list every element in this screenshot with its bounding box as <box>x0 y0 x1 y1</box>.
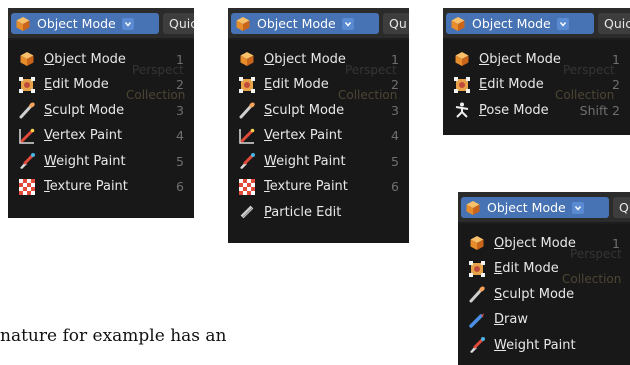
weight-paint-icon <box>238 152 256 170</box>
menu-item-label: Vertex Paint <box>44 128 123 143</box>
shortcut-label: 5 <box>176 153 184 169</box>
object-mode-icon <box>465 200 481 216</box>
edit-mode-icon <box>238 76 256 94</box>
menu-item-label: Pose Mode <box>479 102 549 118</box>
mode-list: Object Mode 1 Edit Mode Sculpt Mode Draw Weig… <box>458 224 630 365</box>
mode-button-label: Object Mode <box>472 16 551 31</box>
mode-menu-object: Object Mode Quic Object Mode 1 Edit Mode 2 S… <box>8 8 194 218</box>
background-text: Perspect <box>570 247 622 261</box>
background-text: Collection <box>338 88 398 102</box>
background-text: Collection <box>562 272 622 286</box>
sculpt-mode-icon <box>18 101 36 119</box>
object-mode-icon <box>238 50 256 68</box>
object-mode-icon <box>18 50 36 68</box>
menu-item-weight-paint[interactable]: Weight Paint <box>458 332 630 358</box>
menu-item-label: Draw <box>494 312 528 327</box>
mode-menu-grease-pencil: Object Mode Qu Object Mode1Edit ModeScul… <box>458 192 630 365</box>
shortcut-label: 3 <box>176 102 184 118</box>
object-mode-dropdown[interactable]: Object Mode <box>231 13 379 34</box>
header-bar: Object Mode Quic <box>443 8 630 38</box>
menu-item-label: Weight Paint <box>494 337 576 353</box>
menu-item-label: Edit Mode <box>479 77 544 92</box>
quick-button[interactable]: Quic <box>163 13 194 34</box>
menu-item-label: Edit Mode <box>44 77 109 92</box>
mode-button-label: Object Mode <box>37 16 116 31</box>
caption-text: nature for example has an <box>0 326 227 346</box>
shortcut-label: 6 <box>176 179 184 194</box>
quick-button[interactable]: Qu <box>383 13 409 34</box>
vertex-paint-icon <box>18 127 36 145</box>
header-bar: Object Mode Qu <box>458 192 630 222</box>
object-mode-icon <box>235 16 251 32</box>
shortcut-label: 6 <box>391 179 399 194</box>
particle-edit-icon <box>238 203 256 221</box>
background-text: Perspect <box>132 63 184 77</box>
edit-mode-icon <box>468 260 486 278</box>
menu-item-vertex-paint[interactable]: Vertex Paint 4 <box>8 123 194 149</box>
mode-menu-armature: Object Mode Quic Object Mode 1 Edit Mode 2 P… <box>443 8 630 135</box>
menu-item-texture-paint[interactable]: Texture Paint 6 <box>8 174 194 200</box>
menu-item-draw[interactable]: Draw <box>458 307 630 333</box>
edit-mode-icon <box>18 76 36 94</box>
quick-button[interactable]: Quic <box>598 13 630 34</box>
shortcut-label: 3 <box>391 102 399 118</box>
menu-item-vertex-paint[interactable]: Vertex Paint 4 <box>228 123 409 149</box>
menu-item-label: Weight Paint <box>264 153 346 169</box>
quick-button[interactable]: Qu <box>613 197 630 218</box>
object-mode-icon <box>453 50 471 68</box>
mode-button-label: Object Mode <box>257 16 336 31</box>
header-bar: Object Mode Quic <box>8 8 194 38</box>
menu-item-label: Weight Paint <box>44 153 126 169</box>
chevron-down-icon <box>571 201 584 214</box>
object-mode-dropdown[interactable]: Object Mode <box>461 197 609 218</box>
object-mode-icon <box>15 16 31 32</box>
object-mode-dropdown[interactable]: Object Mode <box>11 13 159 34</box>
shortcut-label: 5 <box>391 153 399 169</box>
menu-item-label: Edit Mode <box>494 261 559 276</box>
menu-item-label: Sculpt Mode <box>264 102 345 118</box>
mode-menu-particle: Object Mode Qu Object Mode 1 Edit Mode 2 Scu… <box>228 8 409 243</box>
menu-item-weight-paint[interactable]: Weight Paint 5 <box>228 148 409 174</box>
menu-item-label: Texture Paint <box>264 179 348 194</box>
vertex-paint-icon <box>238 127 256 145</box>
menu-item-label: Vertex Paint <box>264 128 343 143</box>
pose-mode-icon <box>453 101 471 119</box>
draw-icon <box>468 311 486 329</box>
menu-item-particle-edit[interactable]: Particle Edit <box>228 199 409 225</box>
menu-item-label: Object Mode <box>44 51 126 67</box>
shortcut-label: 4 <box>391 128 399 143</box>
menu-item-texture-paint[interactable]: Texture Paint 6 <box>228 174 409 200</box>
background-text: Collection <box>555 88 615 102</box>
object-mode-icon <box>450 16 466 32</box>
menu-item-label: Sculpt Mode <box>44 102 125 118</box>
mode-button-label: Object Mode <box>487 200 566 215</box>
header-bar: Object Mode Qu <box>228 8 409 38</box>
chevron-down-icon <box>341 17 354 30</box>
menu-item-label: Sculpt Mode <box>494 286 575 302</box>
chevron-down-icon <box>556 17 569 30</box>
weight-paint-icon <box>18 152 36 170</box>
menu-item-label: Texture Paint <box>44 179 128 194</box>
object-mode-icon <box>468 234 486 252</box>
menu-item-label: Object Mode <box>264 51 346 67</box>
menu-item-label: Particle Edit <box>264 204 342 220</box>
object-mode-dropdown[interactable]: Object Mode <box>446 13 594 34</box>
shortcut-label: Shift 2 <box>579 102 620 118</box>
background-text: Collection <box>126 88 186 102</box>
edit-mode-icon <box>453 76 471 94</box>
texture-paint-icon <box>238 178 256 196</box>
sculpt-mode-icon <box>468 285 486 303</box>
menu-item-weight-paint[interactable]: Weight Paint 5 <box>8 148 194 174</box>
menu-item-label: Object Mode <box>479 51 561 67</box>
texture-paint-icon <box>18 178 36 196</box>
menu-item-label: Object Mode <box>494 235 576 251</box>
sculpt-mode-icon <box>238 101 256 119</box>
background-text: Perspect <box>345 63 397 77</box>
background-text: Perspect <box>563 63 615 77</box>
shortcut-label: 4 <box>176 128 184 143</box>
chevron-down-icon <box>121 17 134 30</box>
weight-paint-icon <box>468 336 486 354</box>
menu-item-label: Edit Mode <box>264 77 329 92</box>
